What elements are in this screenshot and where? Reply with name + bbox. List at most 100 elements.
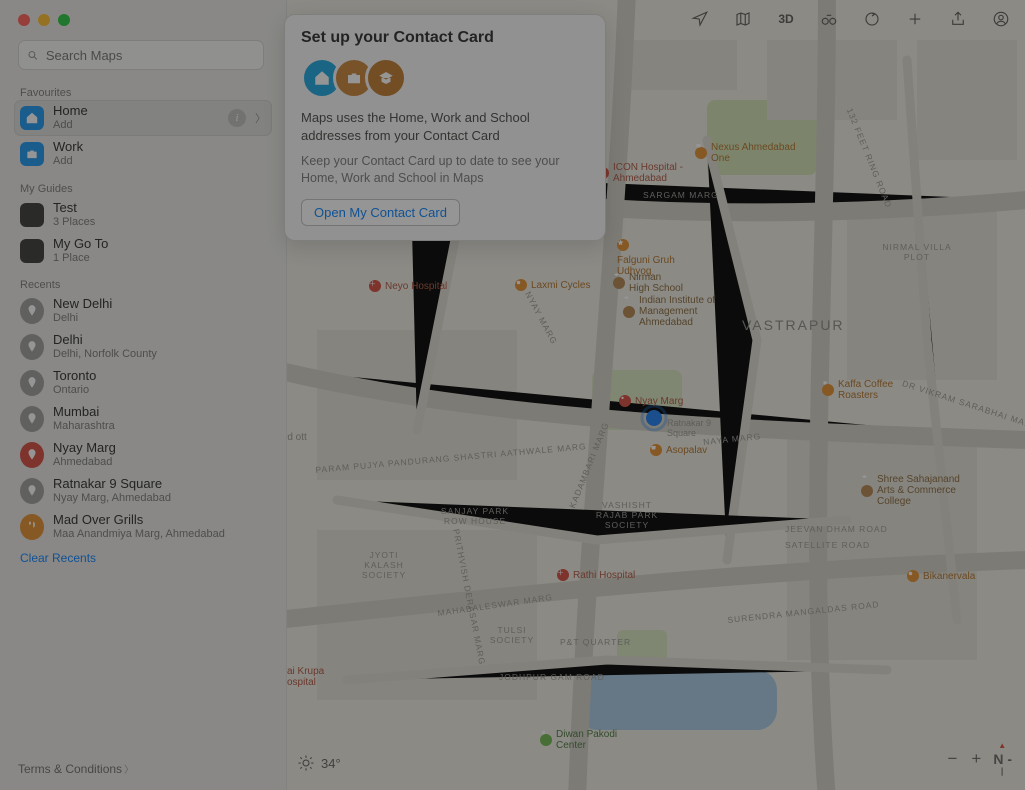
item-title: Delhi [53, 333, 157, 348]
window-controls [18, 14, 70, 26]
poi[interactable]: Asopalav [650, 444, 707, 456]
close-icon[interactable] [18, 14, 30, 26]
chevron-right-icon: 〉 [255, 110, 266, 126]
zoom-out[interactable]: − [947, 749, 957, 769]
pin-icon [20, 298, 44, 324]
item-subtitle: Delhi, Norfolk County [53, 348, 157, 361]
maps-window: 3D Favourites HomeAddi〉WorkAdd My Guides… [0, 0, 1025, 790]
popover-subtext: Keep your Contact Card up to date to see… [301, 153, 589, 188]
item-subtitle: 1 Place [53, 252, 108, 265]
recent-item[interactable]: TorontoOntario [14, 365, 272, 401]
compass[interactable]: ▲ N - ┃ [993, 741, 1011, 776]
item-subtitle: Maa Anandmiya Marg, Ahmedabad [53, 528, 225, 541]
item-subtitle: Delhi [53, 312, 112, 325]
minimize-icon[interactable] [38, 14, 50, 26]
item-title: Home [53, 104, 88, 119]
poi[interactable]: Nyay Marg [619, 395, 683, 407]
item-title: New Delhi [53, 297, 112, 312]
poi[interactable]: Kaffa Coffee Roasters [822, 379, 902, 401]
item-subtitle: Add [53, 119, 88, 132]
recent-item[interactable]: DelhiDelhi, Norfolk County [14, 329, 272, 365]
favourite-item[interactable]: HomeAdd i 〉 [14, 100, 272, 136]
contact-card-popover: Set up your Contact Card Maps uses the H… [284, 14, 606, 241]
poi[interactable]: Ratnakar 9 Square [667, 418, 727, 438]
item-title: Nyay Marg [53, 441, 116, 456]
recents-list: New DelhiDelhiDelhiDelhi, Norfolk County… [14, 293, 272, 545]
chevron-right-icon: 〉 [124, 765, 134, 776]
road-label: P&T QUARTER [560, 637, 631, 647]
zoom-in[interactable]: + [971, 749, 981, 769]
poi[interactable]: Indian Institute of Management Ahmedabad [623, 295, 743, 328]
terms-link[interactable]: Terms & Conditions〉 [18, 761, 134, 776]
popover-title: Set up your Contact Card [301, 29, 589, 47]
poi[interactable]: Nirman High School [613, 272, 683, 294]
area-label: VASTRAPUR [742, 317, 845, 333]
item-subtitle: Maharashtra [53, 420, 115, 433]
recent-item[interactable]: New DelhiDelhi [14, 293, 272, 329]
poi[interactable]: Rathi Hospital [557, 569, 635, 581]
map-tools: − + ▲ N - ┃ [947, 741, 1011, 776]
binoculars-icon[interactable] [820, 10, 838, 28]
list-icon [20, 239, 44, 263]
poi[interactable]: Shree Sahajanand Arts & Commerce College [861, 474, 971, 507]
account-icon[interactable] [992, 10, 1010, 28]
item-subtitle: Add [53, 155, 83, 168]
poi[interactable]: Neyo Hospital [369, 280, 447, 292]
item-title: Toronto [53, 369, 96, 384]
favourites-list: HomeAddi〉WorkAdd [14, 100, 272, 172]
map-layers-icon[interactable] [734, 10, 752, 28]
poi[interactable]: Laxmi Cycles [515, 279, 590, 291]
poi[interactable]: Diwan Pakodi Center [540, 729, 630, 751]
locate-icon[interactable] [691, 10, 709, 28]
list-icon [20, 203, 44, 227]
clear-recents[interactable]: Clear Recents [20, 551, 96, 565]
poi[interactable]: Nexus Ahmedabad One [695, 142, 805, 164]
mode-3d-toggle[interactable]: 3D [777, 10, 795, 28]
guide-item[interactable]: Test3 Places [14, 197, 272, 233]
pin-icon [20, 370, 44, 396]
poi[interactable]: ai Krupa ospital [287, 666, 342, 688]
search-field[interactable] [18, 40, 264, 70]
open-contact-card-button[interactable]: Open My Contact Card [301, 199, 460, 226]
recent-item[interactable]: Ratnakar 9 SquareNyay Marg, Ahmedabad [14, 473, 272, 509]
road-label: JEEVAN DHAM ROAD [785, 524, 888, 534]
road-label: JODHPUR GAM ROAD [499, 672, 605, 682]
recent-item[interactable]: Mad Over GrillsMaa Anandmiya Marg, Ahmed… [14, 509, 272, 545]
pin-icon [20, 334, 44, 360]
sidebar: Favourites HomeAddi〉WorkAdd My Guides Te… [0, 0, 287, 790]
recent-item[interactable]: Nyay MargAhmedabad [14, 437, 272, 473]
home-icon [20, 106, 44, 130]
info-icon[interactable]: i [228, 109, 246, 127]
pin-icon [20, 406, 44, 432]
road-label: SANJAY PARK ROW HOUSE [435, 506, 515, 526]
section-recents: Recents [20, 279, 60, 291]
poi[interactable]: rd ott [287, 432, 307, 443]
rotate-icon[interactable] [863, 10, 881, 28]
road-label: JYOTI KALASH SOCIETY [349, 550, 419, 580]
search-icon [27, 49, 39, 62]
item-title: Ratnakar 9 Square [53, 477, 171, 492]
pin-icon [20, 442, 44, 468]
favourite-item[interactable]: WorkAdd [14, 136, 272, 172]
guide-item[interactable]: My Go To1 Place [14, 233, 272, 269]
compass-north-icon: ▲ [998, 741, 1006, 750]
poi[interactable]: ICON Hospital - Ahmedabad [597, 162, 717, 184]
item-title: Work [53, 140, 83, 155]
item-subtitle: Nyay Marg, Ahmedabad [53, 492, 171, 505]
road-label: NIRMAL VILLA PLOT [877, 242, 957, 262]
add-icon[interactable] [906, 10, 924, 28]
weather-temp: 34° [321, 756, 341, 771]
recent-item[interactable]: MumbaiMaharashtra [14, 401, 272, 437]
fullscreen-icon[interactable] [58, 14, 70, 26]
share-icon[interactable] [949, 10, 967, 28]
section-favourites: Favourites [20, 87, 71, 99]
guides-list: Test3 PlacesMy Go To1 Place [14, 197, 272, 269]
poi[interactable]: Bikanervala [907, 570, 975, 582]
sun-icon [297, 754, 315, 772]
road-label: VASHISHT RAJAB PARK SOCIETY [592, 500, 662, 530]
popover-body: Maps uses the Home, Work and School addr… [301, 109, 589, 145]
item-subtitle: Ahmedabad [53, 456, 116, 469]
search-input[interactable] [44, 47, 255, 64]
popover-icons [301, 57, 589, 99]
weather-chip[interactable]: 34° [297, 754, 341, 772]
